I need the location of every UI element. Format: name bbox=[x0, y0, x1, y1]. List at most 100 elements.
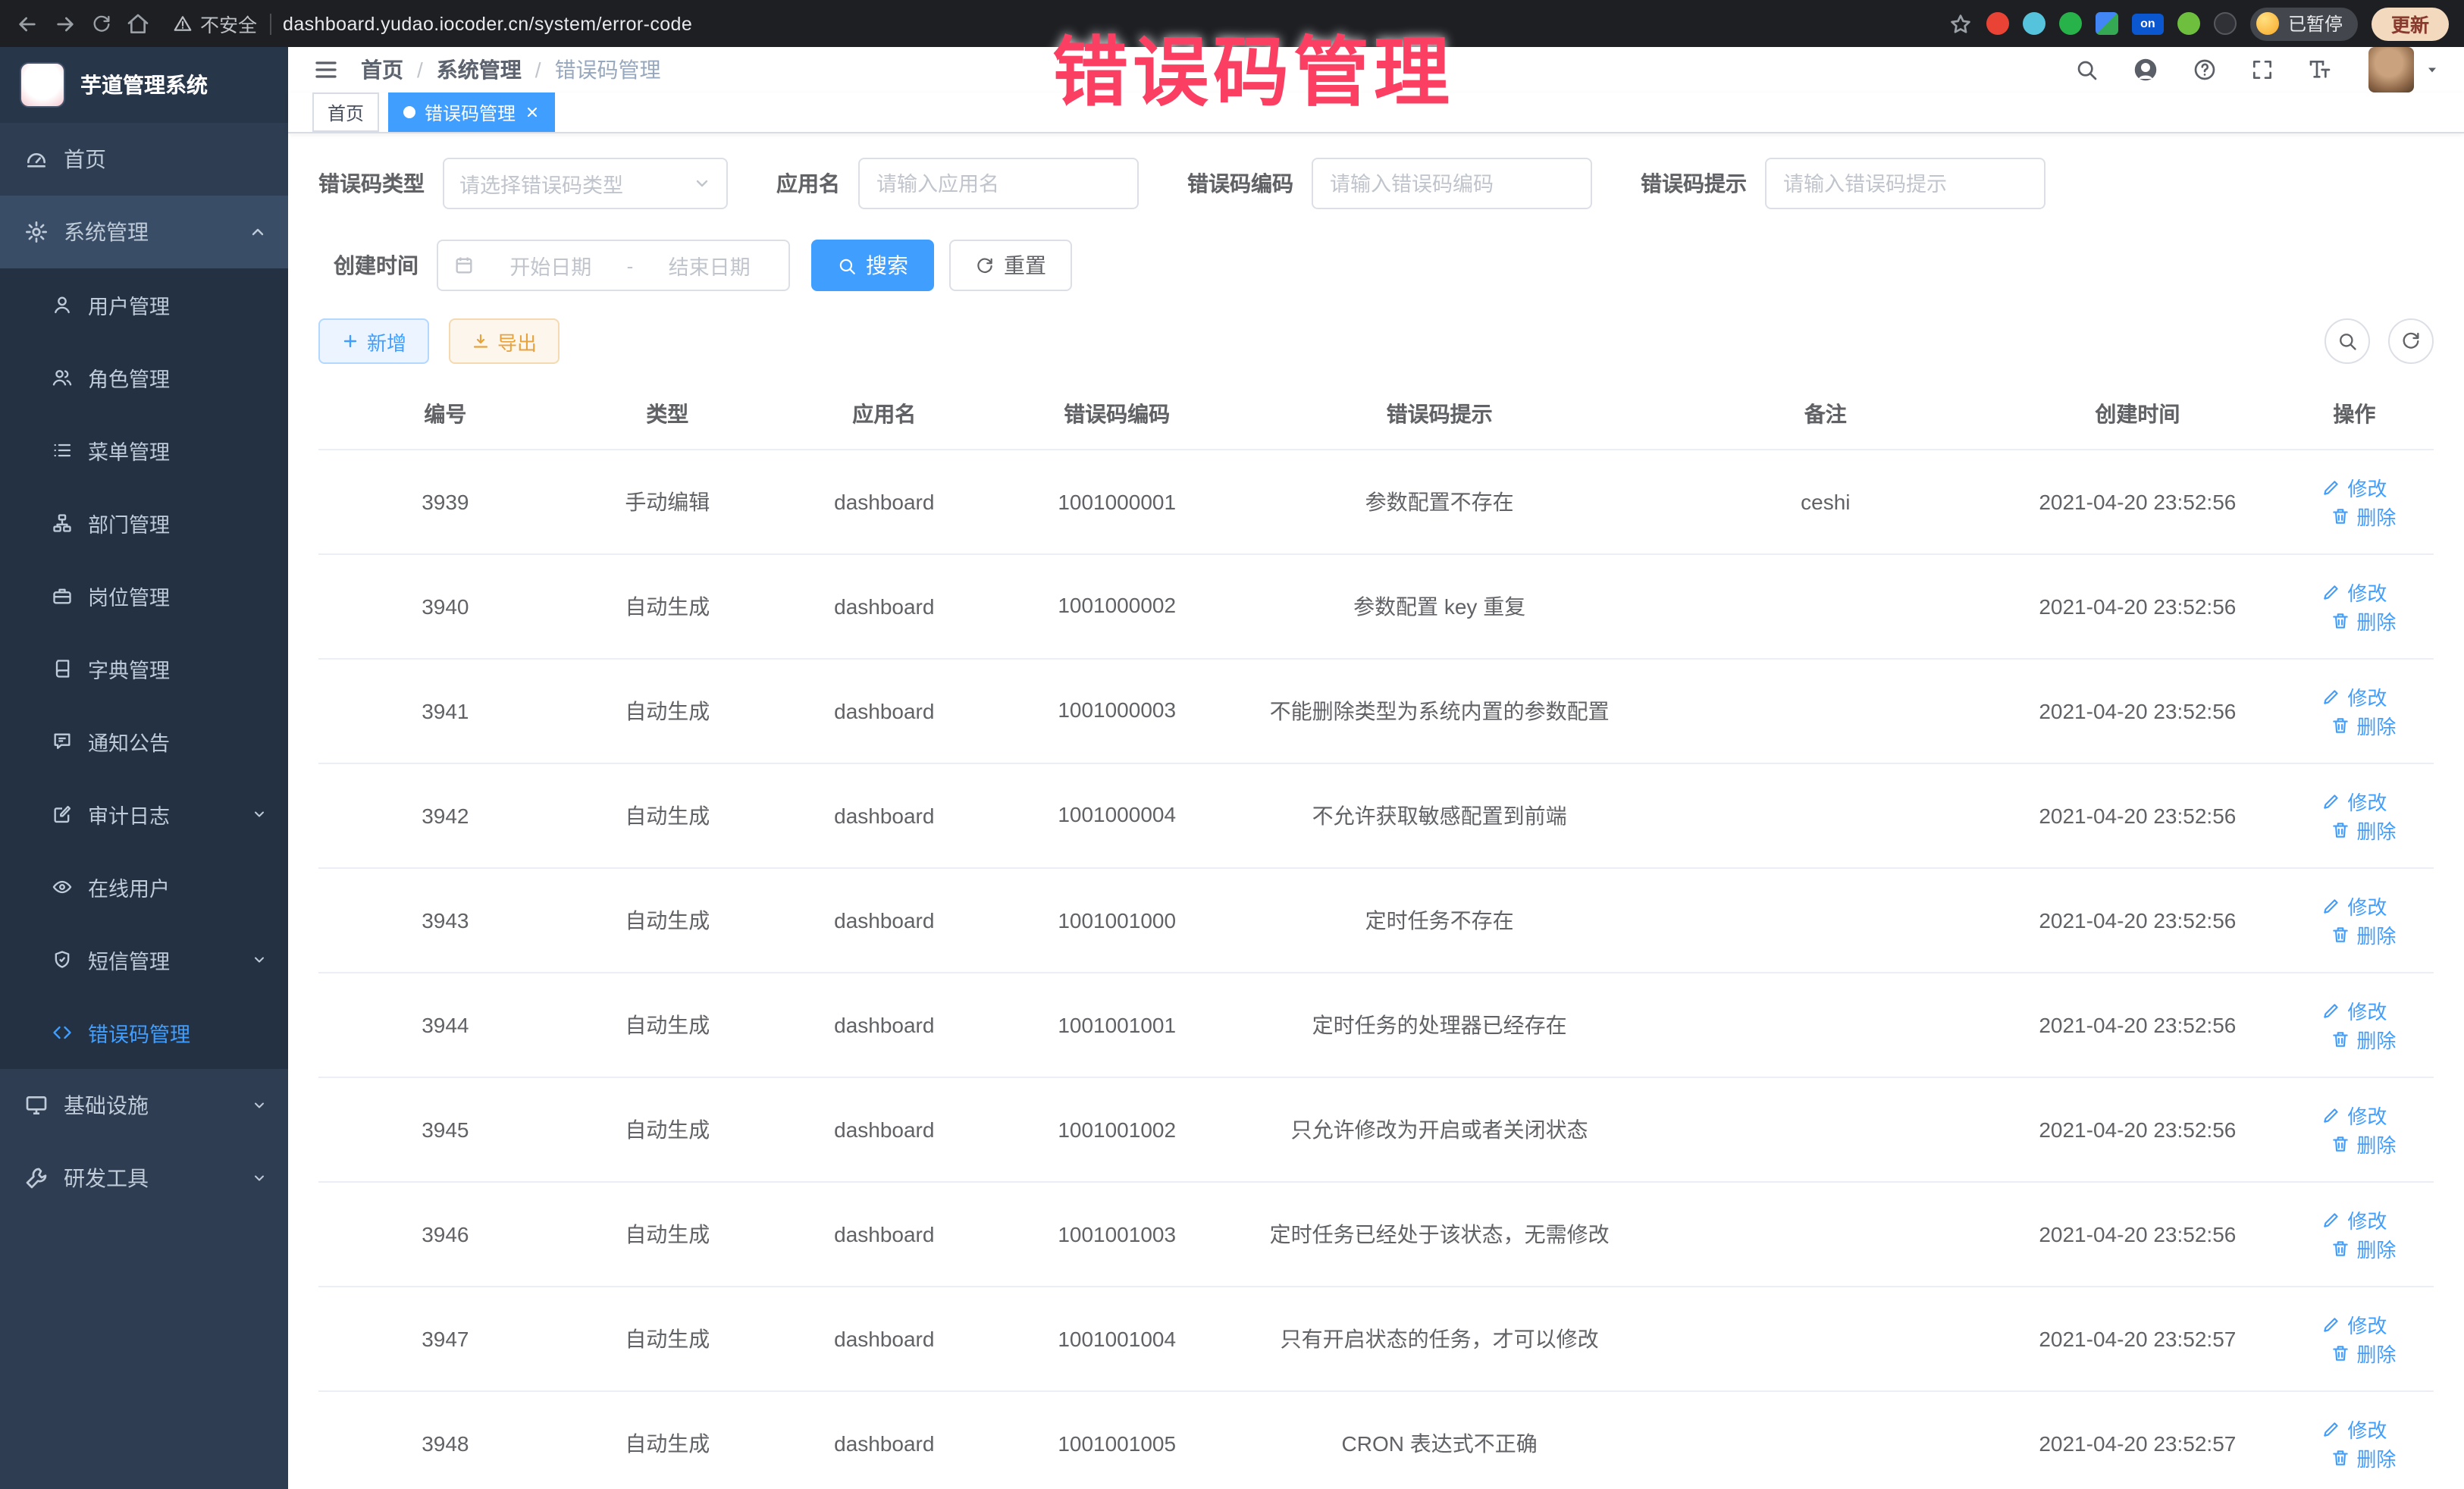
reset-button[interactable]: 重置 bbox=[949, 240, 1072, 291]
role-icon bbox=[52, 367, 73, 388]
sidebar-item-system[interactable]: 系统管理 bbox=[0, 196, 288, 268]
close-icon[interactable] bbox=[525, 105, 540, 120]
browser-forward-icon[interactable] bbox=[53, 11, 77, 36]
refresh-table-icon[interactable] bbox=[2388, 318, 2434, 364]
browser-extension-icon[interactable] bbox=[1986, 12, 2009, 35]
edit-link[interactable]: 修改 bbox=[2321, 892, 2387, 920]
chevron-down-icon bbox=[252, 807, 267, 822]
edit-link[interactable]: 修改 bbox=[2321, 1310, 2387, 1339]
hamburger-icon[interactable] bbox=[312, 56, 340, 83]
table-row: 3939 手动编辑 dashboard 1001000001 参数配置不存在 c… bbox=[318, 450, 2434, 554]
browser-reload-icon[interactable] bbox=[91, 13, 112, 34]
table-row: 3942 自动生成 dashboard 1001000004 不允许获取敏感配置… bbox=[318, 763, 2434, 868]
edit-link[interactable]: 修改 bbox=[2321, 1205, 2387, 1234]
edit-link[interactable]: 修改 bbox=[2321, 682, 2387, 711]
menu-list-icon bbox=[52, 440, 73, 461]
sidebar-item-home[interactable]: 首页 bbox=[0, 123, 288, 196]
breadcrumb-item-system[interactable]: 系统管理 bbox=[437, 55, 522, 85]
delete-link[interactable]: 删除 bbox=[2331, 502, 2396, 531]
caret-down-icon bbox=[2425, 62, 2440, 77]
sidebar-item-infra[interactable]: 基础设施 bbox=[0, 1069, 288, 1142]
toggle-search-icon[interactable] bbox=[2324, 318, 2370, 364]
cell-memo: ceshi bbox=[1651, 450, 2000, 554]
delete-link[interactable]: 删除 bbox=[2331, 920, 2396, 949]
address-bar[interactable]: 不安全 dashboard.yudao.iocoder.cn/system/er… bbox=[173, 9, 692, 38]
delete-link[interactable]: 删除 bbox=[2331, 711, 2396, 740]
delete-link[interactable]: 删除 bbox=[2331, 816, 2396, 845]
delete-link[interactable]: 删除 bbox=[2331, 607, 2396, 635]
sidebar-item-devtool[interactable]: 研发工具 bbox=[0, 1142, 288, 1215]
edit-link[interactable]: 修改 bbox=[2321, 787, 2387, 816]
error-type-select[interactable]: 请选择错误码类型 bbox=[443, 158, 728, 209]
error-code-input[interactable] bbox=[1312, 158, 1592, 209]
audit-icon bbox=[52, 804, 73, 825]
add-button[interactable]: 新增 bbox=[318, 318, 429, 364]
browser-chrome: 不安全 dashboard.yudao.iocoder.cn/system/er… bbox=[0, 0, 2464, 47]
edit-link[interactable]: 修改 bbox=[2321, 473, 2387, 502]
delete-link[interactable]: 删除 bbox=[2331, 1234, 2396, 1263]
url-text: dashboard.yudao.iocoder.cn/system/error-… bbox=[283, 13, 692, 34]
sidebar-item-audit[interactable]: 审计日志 bbox=[0, 778, 288, 851]
sidebar-item-menu-list[interactable]: 菜单管理 bbox=[0, 414, 288, 487]
font-size-icon[interactable] bbox=[2308, 58, 2332, 82]
tag-bar: 首页 错误码管理 bbox=[288, 92, 2464, 133]
sidebar-item-post[interactable]: 岗位管理 bbox=[0, 560, 288, 632]
date-range-picker[interactable]: 开始日期 - 结束日期 bbox=[437, 240, 790, 291]
sidebar-item-sms[interactable]: 短信管理 bbox=[0, 923, 288, 996]
tab-home[interactable]: 首页 bbox=[312, 92, 379, 132]
cell-memo bbox=[1651, 1077, 2000, 1182]
sidebar-item-notice[interactable]: 通知公告 bbox=[0, 705, 288, 778]
export-button[interactable]: 导出 bbox=[449, 318, 560, 364]
sidebar-item-user[interactable]: 用户管理 bbox=[0, 268, 288, 341]
browser-back-icon[interactable] bbox=[15, 11, 39, 36]
bookmark-star-icon[interactable] bbox=[1948, 11, 1973, 36]
search-button[interactable]: 搜索 bbox=[811, 240, 934, 291]
security-warning[interactable]: 不安全 bbox=[173, 9, 257, 38]
column-header: 错误码编码 bbox=[1006, 379, 1228, 450]
sidebar-item-errcode[interactable]: 错误码管理 bbox=[0, 996, 288, 1069]
warning-icon bbox=[173, 14, 193, 33]
browser-extension-icon[interactable] bbox=[2177, 12, 2200, 35]
browser-update-button[interactable]: 更新 bbox=[2372, 7, 2449, 40]
cell-created-time: 2021-04-20 23:52:56 bbox=[2000, 973, 2275, 1077]
cell-id: 3944 bbox=[318, 973, 572, 1077]
github-icon[interactable] bbox=[2132, 56, 2159, 83]
header-search-icon[interactable] bbox=[2074, 58, 2099, 82]
edit-link[interactable]: 修改 bbox=[2321, 578, 2387, 607]
browser-extension-icon[interactable] bbox=[2059, 12, 2082, 35]
edit-link[interactable]: 修改 bbox=[2321, 996, 2387, 1025]
sidebar-item-role[interactable]: 角色管理 bbox=[0, 341, 288, 414]
app-name-input[interactable] bbox=[858, 158, 1139, 209]
cell-type: 自动生成 bbox=[572, 1391, 763, 1489]
app-name-label: 应用名 bbox=[776, 168, 840, 199]
cell-memo bbox=[1651, 973, 2000, 1077]
delete-link[interactable]: 删除 bbox=[2331, 1025, 2396, 1054]
delete-link[interactable]: 删除 bbox=[2331, 1339, 2396, 1368]
edit-link[interactable]: 修改 bbox=[2321, 1101, 2387, 1130]
app-logo[interactable]: 芋道管理系统 bbox=[0, 47, 288, 123]
browser-extension-on-badge[interactable]: on bbox=[2132, 13, 2164, 34]
delete-link[interactable]: 删除 bbox=[2331, 1130, 2396, 1158]
edit-link[interactable]: 修改 bbox=[2321, 1415, 2387, 1444]
paused-badge[interactable]: 已暂停 bbox=[2250, 7, 2358, 40]
browser-extension-icon[interactable] bbox=[2023, 12, 2045, 35]
create-time-label: 创建时间 bbox=[318, 250, 419, 281]
breadcrumb-current: 错误码管理 bbox=[555, 55, 661, 85]
user-menu[interactable] bbox=[2368, 47, 2440, 92]
cell-error-hint: 定时任务已经处于该状态，无需修改 bbox=[1228, 1182, 1651, 1287]
fullscreen-icon[interactable] bbox=[2250, 58, 2274, 82]
cell-error-code: 1001001002 bbox=[1006, 1077, 1228, 1182]
pencil-icon bbox=[2321, 1419, 2341, 1439]
breadcrumb-item-home[interactable]: 首页 bbox=[361, 55, 403, 85]
sidebar-item-online[interactable]: 在线用户 bbox=[0, 851, 288, 923]
tab-error-code-management[interactable]: 错误码管理 bbox=[388, 92, 555, 132]
sidebar-item-dict[interactable]: 字典管理 bbox=[0, 632, 288, 705]
sidebar-item-dept[interactable]: 部门管理 bbox=[0, 487, 288, 560]
browser-extension-icon[interactable] bbox=[2096, 12, 2118, 35]
filter-form: 错误码类型 请选择错误码类型 应用名 错误码编码 bbox=[318, 158, 2434, 291]
help-icon[interactable] bbox=[2193, 58, 2217, 82]
browser-home-icon[interactable] bbox=[126, 11, 150, 36]
error-hint-input[interactable] bbox=[1765, 158, 2045, 209]
browser-extension-icon[interactable] bbox=[2214, 12, 2237, 35]
delete-link[interactable]: 删除 bbox=[2331, 1444, 2396, 1472]
